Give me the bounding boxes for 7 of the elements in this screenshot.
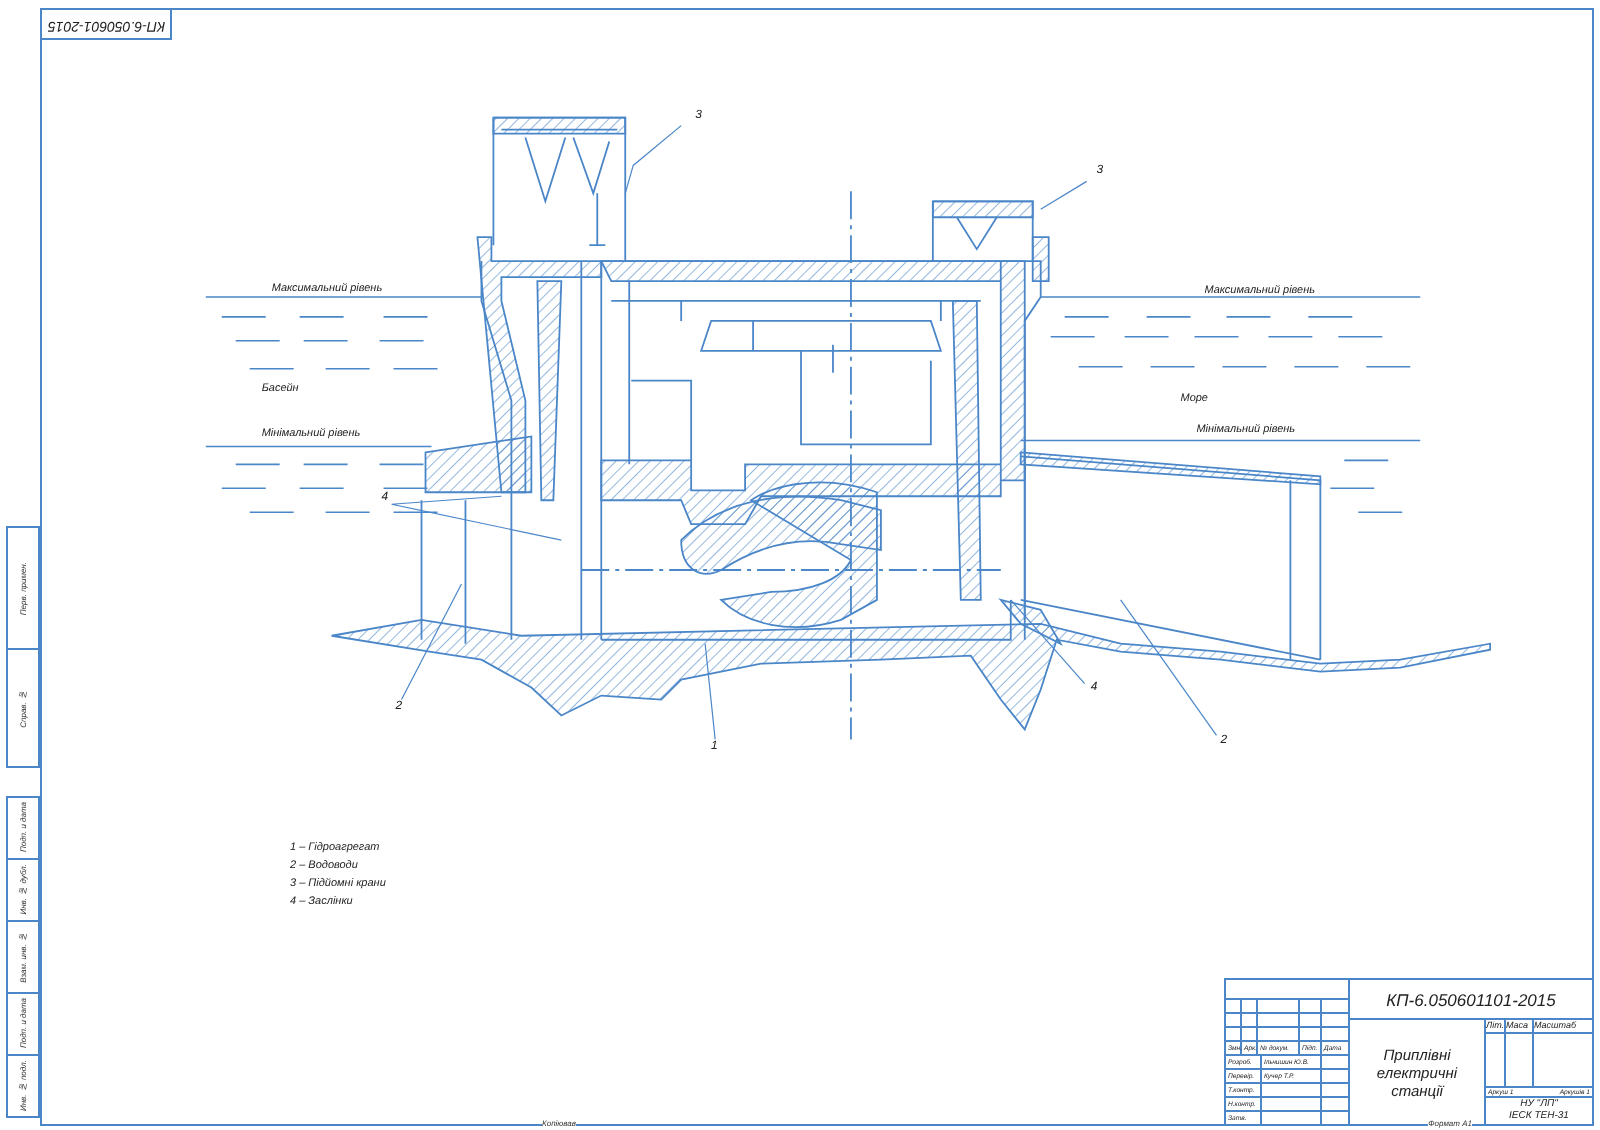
leader-line bbox=[704, 643, 716, 740]
leader-line bbox=[624, 125, 682, 194]
document-code: КП-6.050601101-2015 bbox=[1350, 980, 1592, 1020]
leader-line bbox=[1120, 599, 1218, 736]
leader-line bbox=[400, 583, 463, 701]
leader-line bbox=[1010, 599, 1086, 685]
leader-line bbox=[1040, 180, 1088, 210]
